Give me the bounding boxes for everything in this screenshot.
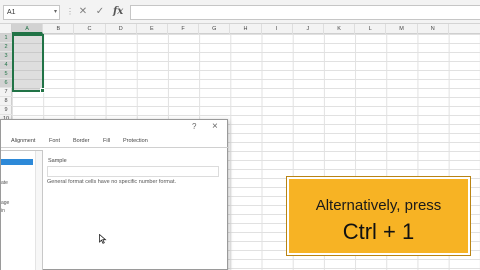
row-header[interactable]: 1 bbox=[0, 34, 12, 43]
category-fragment: ate bbox=[1, 180, 8, 186]
insert-function-icon[interactable]: fx bbox=[113, 5, 125, 18]
column-header[interactable]: E bbox=[137, 24, 168, 34]
formula-bar: A1 ▾ ⋮ ✕ ✓ fx bbox=[0, 0, 480, 24]
fill-handle[interactable] bbox=[40, 88, 45, 93]
column-header[interactable]: D bbox=[106, 24, 137, 34]
row-header[interactable]: 7 bbox=[0, 88, 12, 97]
tab-fill[interactable]: Fill bbox=[103, 138, 110, 144]
column-header[interactable]: I bbox=[262, 24, 293, 34]
column-header[interactable]: B bbox=[43, 24, 75, 34]
grip-icon: ⋮ bbox=[66, 7, 74, 16]
row-header[interactable]: 5 bbox=[0, 70, 12, 79]
row-header[interactable]: 8 bbox=[0, 97, 12, 106]
format-description: General format cells have no specific nu… bbox=[47, 179, 177, 185]
close-button[interactable]: × bbox=[212, 121, 218, 132]
column-header[interactable]: L bbox=[355, 24, 387, 34]
column-header[interactable]: G bbox=[199, 24, 231, 34]
category-list[interactable] bbox=[1, 150, 43, 270]
callout-shortcut: Ctrl + 1 bbox=[342, 219, 415, 244]
row-header[interactable]: 6 bbox=[0, 79, 12, 88]
column-header[interactable]: C bbox=[74, 24, 106, 34]
column-header[interactable]: J bbox=[293, 24, 324, 34]
format-cells-dialog: ? × Alignment Font Border Fill Protectio… bbox=[0, 119, 229, 270]
name-box[interactable]: A1 ▾ bbox=[3, 5, 60, 20]
chevron-down-icon[interactable]: ▾ bbox=[54, 6, 57, 19]
select-all-corner[interactable] bbox=[0, 24, 12, 34]
column-header[interactable]: H bbox=[230, 24, 262, 34]
column-header[interactable]: N bbox=[418, 24, 449, 34]
cell-selection[interactable] bbox=[12, 34, 45, 93]
mouse-pointer-icon bbox=[99, 234, 107, 244]
tab-alignment[interactable]: Alignment bbox=[11, 138, 35, 144]
formula-input[interactable] bbox=[130, 5, 480, 20]
callout-text: Alternatively, press bbox=[315, 197, 442, 214]
column-header[interactable]: K bbox=[324, 24, 356, 34]
row-header[interactable]: 4 bbox=[0, 61, 12, 70]
category-scrollbar[interactable] bbox=[35, 151, 42, 270]
category-fragment: in bbox=[1, 208, 5, 214]
cancel-icon[interactable]: ✕ bbox=[78, 5, 88, 18]
row-header[interactable]: 3 bbox=[0, 52, 12, 61]
tab-font[interactable]: Font bbox=[49, 138, 60, 144]
column-header[interactable]: A bbox=[12, 24, 44, 34]
keyboard-tip-callout: Alternatively, press Ctrl + 1 bbox=[287, 177, 470, 255]
column-header-row: ABCDEFGHIJKLMN bbox=[0, 24, 480, 34]
dialog-tabs: Alignment Font Border Fill Protection bbox=[1, 136, 229, 148]
row-header[interactable]: 9 bbox=[0, 106, 12, 115]
tab-protection[interactable]: Protection bbox=[123, 138, 148, 144]
help-button[interactable]: ? bbox=[192, 122, 196, 131]
tab-border[interactable]: Border bbox=[73, 138, 90, 144]
name-box-value: A1 bbox=[7, 9, 16, 16]
sample-box bbox=[47, 166, 219, 177]
sample-label: Sample bbox=[48, 158, 67, 164]
column-header[interactable]: M bbox=[386, 24, 418, 34]
column-header[interactable]: F bbox=[168, 24, 200, 34]
category-fragment: age bbox=[1, 200, 10, 206]
enter-icon[interactable]: ✓ bbox=[95, 5, 105, 18]
row-header[interactable]: 2 bbox=[0, 43, 12, 52]
category-selected-item[interactable] bbox=[1, 159, 33, 165]
